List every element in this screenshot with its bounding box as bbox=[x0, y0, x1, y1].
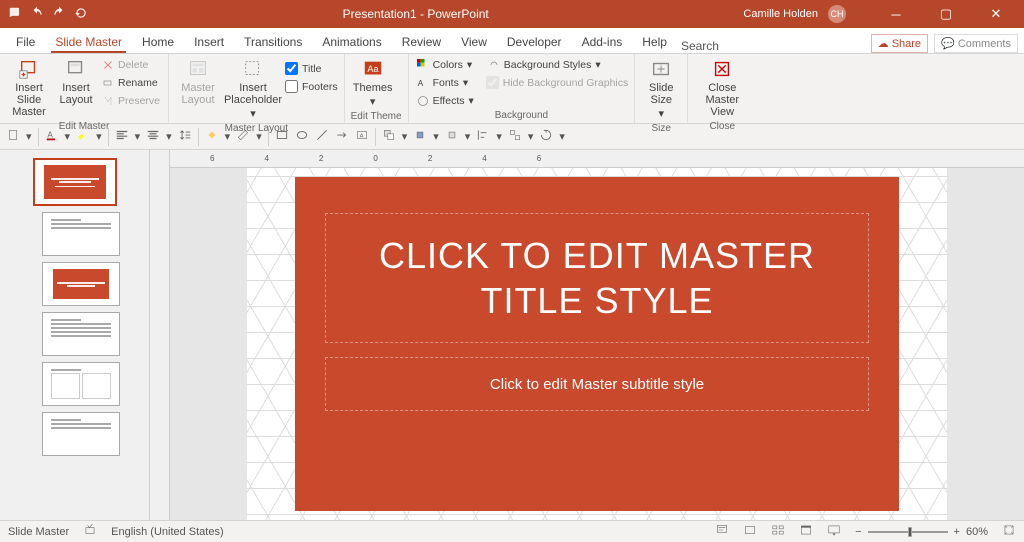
tab-view[interactable]: View bbox=[451, 30, 497, 53]
slide-size-button[interactable]: Slide Size ▾ bbox=[641, 56, 681, 122]
vertical-ruler bbox=[150, 150, 170, 520]
group-label-master-layout: Master Layout bbox=[175, 122, 338, 136]
group-label-size: Size bbox=[641, 122, 681, 136]
group-objects-icon[interactable] bbox=[508, 128, 522, 145]
effects-button[interactable]: Effects ▾ bbox=[415, 92, 476, 109]
spellcheck-icon[interactable] bbox=[83, 523, 97, 540]
group-label-close: Close bbox=[694, 120, 750, 134]
reading-view-icon[interactable] bbox=[799, 523, 813, 540]
tab-animations[interactable]: Animations bbox=[312, 30, 391, 53]
work-area: 6420246 Click to edit Master title style… bbox=[0, 150, 1024, 520]
zoom-slider[interactable] bbox=[868, 531, 948, 533]
close-master-view-button[interactable]: Close Master View bbox=[694, 56, 750, 120]
preserve-button: Preserve bbox=[100, 92, 162, 109]
maximize-button[interactable]: ▢ bbox=[926, 6, 966, 22]
zoom-level[interactable]: 60% bbox=[966, 526, 988, 538]
group-size: Slide Size ▾ Size bbox=[635, 54, 688, 123]
master-layout-button: Master Layout bbox=[175, 56, 221, 108]
minimize-button[interactable]: ─ bbox=[876, 7, 916, 22]
group-background: Colors ▾ AFonts ▾ Effects ▾ Background S… bbox=[409, 54, 636, 123]
layout-thumbnail[interactable] bbox=[42, 312, 120, 356]
layout-thumbnail[interactable] bbox=[42, 412, 120, 456]
rotate-icon[interactable] bbox=[539, 128, 553, 145]
autosave-icon[interactable] bbox=[8, 6, 22, 23]
layout-thumbnail[interactable] bbox=[42, 262, 120, 306]
themes-button[interactable]: Aa Themes ▾ bbox=[351, 56, 395, 110]
tab-home[interactable]: Home bbox=[132, 30, 184, 53]
zoom-in-icon[interactable]: + bbox=[954, 526, 960, 538]
tab-insert[interactable]: Insert bbox=[184, 30, 234, 53]
footers-checkbox[interactable]: Footers bbox=[285, 78, 338, 95]
group-close: Close Master View Close bbox=[688, 54, 756, 123]
fonts-button[interactable]: AFonts ▾ bbox=[415, 74, 476, 91]
arrange-icon[interactable] bbox=[382, 128, 396, 145]
send-back-icon[interactable] bbox=[445, 128, 459, 145]
bring-front-icon[interactable] bbox=[413, 128, 427, 145]
title-bar: Presentation1 - PowerPoint Camille Holde… bbox=[0, 0, 1024, 28]
svg-text:A: A bbox=[359, 133, 363, 139]
close-button[interactable]: ✕ bbox=[976, 6, 1016, 22]
slideshow-icon[interactable] bbox=[827, 523, 841, 540]
tab-developer[interactable]: Developer bbox=[497, 30, 572, 53]
slide-master[interactable]: Click to edit Master title style Click t… bbox=[247, 168, 947, 520]
master-title-placeholder[interactable]: Click to edit Master title style bbox=[325, 213, 869, 343]
delete-button: Delete bbox=[100, 56, 162, 73]
sorter-view-icon[interactable] bbox=[771, 523, 785, 540]
group-edit-master: Insert Slide Master Insert Layout Delete… bbox=[0, 54, 169, 123]
tab-addins[interactable]: Add-ins bbox=[572, 30, 633, 53]
zoom-out-icon[interactable]: − bbox=[855, 526, 861, 538]
share-button[interactable]: ☁ Share bbox=[871, 34, 928, 53]
master-subtitle-placeholder[interactable]: Click to edit Master subtitle style bbox=[325, 357, 869, 411]
user-name[interactable]: Camille Holden bbox=[743, 8, 818, 20]
status-bar: Slide Master English (United States) − +… bbox=[0, 520, 1024, 542]
slide-canvas[interactable]: Click to edit Master title style Click t… bbox=[170, 168, 1024, 520]
insert-layout-button[interactable]: Insert Layout bbox=[56, 56, 96, 108]
ribbon: Insert Slide Master Insert Layout Delete… bbox=[0, 54, 1024, 124]
zoom-control[interactable]: − + 60% bbox=[855, 526, 988, 538]
comments-button[interactable]: 💬 Comments bbox=[934, 34, 1018, 53]
group-label-edit-theme: Edit Theme bbox=[351, 110, 402, 124]
horizontal-ruler: 6420246 bbox=[170, 150, 1024, 168]
group-label-edit-master: Edit Master bbox=[6, 120, 162, 134]
status-mode: Slide Master bbox=[8, 526, 69, 538]
svg-text:Aa: Aa bbox=[367, 64, 379, 74]
insert-slide-master-button[interactable]: Insert Slide Master bbox=[6, 56, 52, 120]
ribbon-tabs: File Slide Master Home Insert Transition… bbox=[0, 28, 1024, 54]
undo-icon[interactable] bbox=[30, 6, 44, 23]
fit-window-icon[interactable] bbox=[1002, 523, 1016, 540]
group-master-layout: Master Layout Insert Placeholder ▾ Title… bbox=[169, 54, 345, 123]
group-edit-theme: Aa Themes ▾ Edit Theme bbox=[345, 54, 409, 123]
master-thumbnail[interactable] bbox=[33, 158, 117, 206]
align-objects-icon[interactable] bbox=[476, 128, 490, 145]
tab-file[interactable]: File bbox=[6, 30, 45, 53]
tab-help[interactable]: Help bbox=[632, 30, 677, 53]
colors-button[interactable]: Colors ▾ bbox=[415, 56, 476, 73]
status-language[interactable]: English (United States) bbox=[111, 526, 224, 538]
tab-review[interactable]: Review bbox=[392, 30, 451, 53]
repeat-icon[interactable] bbox=[74, 6, 88, 23]
window-title: Presentation1 - PowerPoint bbox=[88, 7, 743, 21]
hide-background-checkbox: Hide Background Graphics bbox=[486, 74, 628, 91]
title-checkbox[interactable]: Title bbox=[285, 60, 338, 77]
rename-button[interactable]: Rename bbox=[100, 74, 162, 91]
background-styles-button[interactable]: Background Styles ▾ bbox=[486, 56, 628, 73]
tab-slide-master[interactable]: Slide Master bbox=[45, 30, 132, 53]
layout-thumbnail[interactable] bbox=[42, 362, 120, 406]
notes-icon[interactable] bbox=[715, 523, 729, 540]
svg-text:A: A bbox=[417, 79, 423, 88]
tab-transitions[interactable]: Transitions bbox=[234, 30, 312, 53]
insert-placeholder-button[interactable]: Insert Placeholder ▾ bbox=[225, 56, 281, 122]
search-label: Search bbox=[681, 39, 719, 53]
textbox-icon[interactable]: A bbox=[355, 128, 369, 145]
tell-me-search[interactable]: Search bbox=[677, 39, 739, 53]
user-avatar[interactable]: CH bbox=[828, 5, 846, 23]
redo-icon[interactable] bbox=[52, 6, 66, 23]
group-label-background: Background bbox=[415, 109, 629, 123]
normal-view-icon[interactable] bbox=[743, 523, 757, 540]
layout-thumbnail[interactable] bbox=[42, 212, 120, 256]
slide-thumbnails-panel[interactable] bbox=[0, 150, 150, 520]
